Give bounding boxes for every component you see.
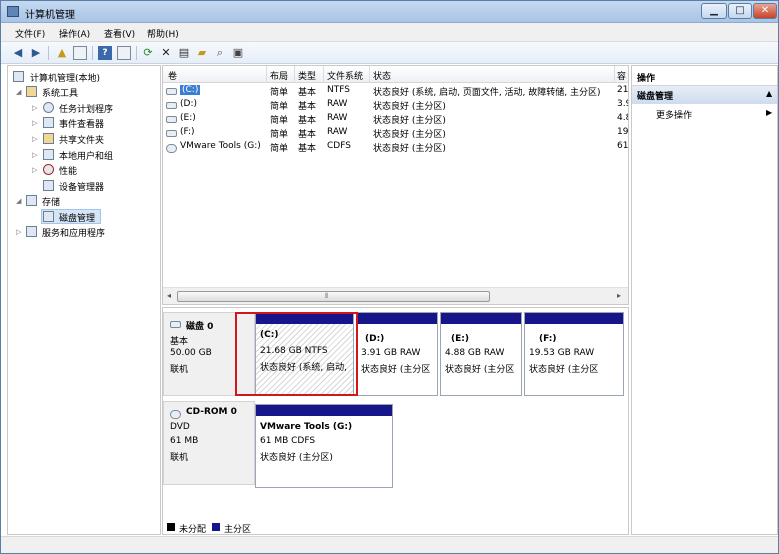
status-bar bbox=[1, 536, 778, 553]
primary-swatch bbox=[212, 523, 220, 531]
volume-icon bbox=[166, 102, 177, 109]
users-icon bbox=[43, 149, 54, 160]
tree-performance[interactable]: 性能 bbox=[59, 164, 77, 177]
performance-icon bbox=[43, 164, 54, 175]
toolbar: ◀ ▶ ▲ ? ⟳ ✕ ▤ ▰ ⌕ ▣ bbox=[1, 42, 778, 64]
cd-icon bbox=[170, 410, 181, 419]
menu-view[interactable]: 查看(V) bbox=[104, 27, 135, 40]
settings-icon[interactable]: ▣ bbox=[231, 46, 245, 60]
volume-icon bbox=[166, 130, 177, 137]
disk-management-icon bbox=[43, 211, 54, 222]
disk-map: 磁盘 0 基本 50.00 GB 联机 (C:) 21.68 GB NTFS 状… bbox=[162, 307, 629, 535]
scroll-right-icon[interactable]: ▸ bbox=[617, 291, 621, 300]
actions-pane: 操作 磁盘管理 ▲ 更多操作 ▶ bbox=[631, 65, 778, 535]
volume-icon bbox=[166, 116, 177, 123]
storage-icon bbox=[26, 195, 37, 206]
col-type[interactable]: 类型 bbox=[298, 69, 316, 82]
tools-icon bbox=[26, 86, 37, 97]
tree-local-users[interactable]: 本地用户和组 bbox=[59, 149, 113, 162]
volume-list-header: 卷 布局 类型 文件系统 状态 容 bbox=[163, 66, 628, 83]
delete-icon[interactable]: ✕ bbox=[159, 46, 173, 60]
menu-file[interactable]: 文件(F) bbox=[15, 27, 45, 40]
scrollbar-thumb[interactable] bbox=[177, 291, 490, 302]
cdrom-0-label[interactable]: CD-ROM 0 DVD 61 MB 联机 bbox=[163, 401, 255, 485]
tree-disk-management[interactable]: 磁盘管理 bbox=[59, 211, 95, 224]
partition-f[interactable]: (F:) 19.53 GB RAW 状态良好 (主分区 bbox=[524, 312, 624, 396]
tree-event-viewer[interactable]: 事件查看器 bbox=[59, 117, 104, 130]
legend-unallocated: 未分配 bbox=[179, 525, 207, 535]
properties-icon[interactable]: ▤ bbox=[177, 46, 191, 60]
minimize-button[interactable]: ▁ bbox=[701, 3, 727, 19]
grip-icon: ⦀ bbox=[325, 292, 329, 300]
close-button[interactable]: ✕ bbox=[753, 3, 777, 19]
computer-management-icon bbox=[7, 6, 19, 17]
tree-storage[interactable]: 存储 bbox=[42, 195, 60, 208]
shared-folder-icon bbox=[43, 133, 54, 144]
tree-system-tools[interactable]: 系统工具 bbox=[42, 86, 78, 99]
collapse-arrow-icon[interactable]: ◢ bbox=[16, 88, 21, 96]
horizontal-scrollbar[interactable]: ◂ ⦀ ▸ bbox=[163, 287, 628, 304]
partition-e[interactable]: (E:) 4.88 GB RAW 状态良好 (主分区 bbox=[440, 312, 522, 396]
expand-arrow-icon[interactable]: ▷ bbox=[16, 228, 21, 236]
window-title: 计算机管理 bbox=[25, 10, 75, 21]
chevron-right-icon: ▶ bbox=[766, 108, 773, 117]
disk-icon bbox=[170, 321, 181, 328]
show-hide-tree-icon[interactable] bbox=[73, 46, 87, 60]
tree-shared-folders[interactable]: 共享文件夹 bbox=[59, 133, 104, 146]
unallocated-swatch bbox=[167, 523, 175, 531]
back-icon[interactable]: ◀ bbox=[11, 46, 25, 60]
partition-d[interactable]: (D:) 3.91 GB RAW 状态良好 (主分区 bbox=[356, 312, 438, 396]
device-manager-icon bbox=[43, 180, 54, 191]
col-layout[interactable]: 布局 bbox=[270, 69, 288, 82]
event-viewer-icon bbox=[43, 117, 54, 128]
expand-arrow-icon[interactable]: ▷ bbox=[32, 119, 37, 127]
menu-action[interactable]: 操作(A) bbox=[59, 27, 90, 40]
tree-root[interactable]: 计算机管理(本地) bbox=[30, 71, 100, 84]
services-icon bbox=[26, 226, 37, 237]
scroll-left-icon[interactable]: ◂ bbox=[167, 291, 171, 300]
actions-group-disk-management[interactable]: 磁盘管理 ▲ bbox=[632, 86, 777, 104]
tree-device-manager[interactable]: 设备管理器 bbox=[59, 180, 104, 193]
collapse-arrow-icon[interactable]: ◢ bbox=[16, 197, 21, 205]
expand-arrow-icon[interactable]: ▷ bbox=[32, 166, 37, 174]
actions-header: 操作 bbox=[637, 74, 656, 84]
cd-icon bbox=[166, 144, 177, 153]
collapse-icon[interactable]: ▲ bbox=[766, 89, 772, 98]
volume-icon bbox=[166, 88, 177, 95]
open-folder-icon[interactable]: ▰ bbox=[195, 46, 209, 60]
computer-icon bbox=[13, 71, 24, 82]
maximize-button[interactable]: □ bbox=[728, 3, 752, 19]
col-capacity[interactable]: 容 bbox=[617, 69, 626, 82]
col-filesystem[interactable]: 文件系统 bbox=[327, 69, 363, 82]
volume-list: 卷 布局 类型 文件系统 状态 容 (C:) 简单 基本 NTFS 状态良好 (… bbox=[162, 65, 629, 305]
help-icon[interactable]: ? bbox=[98, 46, 112, 60]
forward-icon[interactable]: ▶ bbox=[29, 46, 43, 60]
refresh-icon[interactable]: ⟳ bbox=[141, 46, 155, 60]
menu-help[interactable]: 帮助(H) bbox=[147, 27, 179, 40]
properties-pane-icon[interactable] bbox=[117, 46, 131, 60]
computer-management-window: 计算机管理 ▁ □ ✕ 文件(F) 操作(A) 查看(V) 帮助(H) ◀ ▶ … bbox=[0, 0, 779, 554]
col-status[interactable]: 状态 bbox=[373, 69, 391, 82]
highlight-box bbox=[235, 312, 358, 396]
col-volume[interactable]: 卷 bbox=[168, 69, 177, 82]
tree-services-apps[interactable]: 服务和应用程序 bbox=[42, 226, 105, 239]
partition-g[interactable]: VMware Tools (G:) 61 MB CDFS 状态良好 (主分区) bbox=[255, 404, 393, 488]
clock-icon bbox=[43, 102, 54, 113]
title-bar: 计算机管理 ▁ □ ✕ bbox=[1, 1, 778, 23]
navigation-tree: 计算机管理(本地) ◢ 系统工具 ▷ 任务计划程序 ▷ 事件查看器 ▷ 共享文件… bbox=[7, 65, 161, 535]
up-folder-icon[interactable]: ▲ bbox=[55, 46, 69, 60]
legend-primary: 主分区 bbox=[224, 525, 252, 535]
expand-arrow-icon[interactable]: ▷ bbox=[32, 104, 37, 112]
menu-bar: 文件(F) 操作(A) 查看(V) 帮助(H) bbox=[1, 23, 778, 42]
expand-arrow-icon[interactable]: ▷ bbox=[32, 135, 37, 143]
tree-task-scheduler[interactable]: 任务计划程序 bbox=[59, 102, 113, 115]
expand-arrow-icon[interactable]: ▷ bbox=[32, 151, 37, 159]
search-icon[interactable]: ⌕ bbox=[213, 46, 227, 60]
more-actions[interactable]: 更多操作 bbox=[656, 108, 692, 121]
